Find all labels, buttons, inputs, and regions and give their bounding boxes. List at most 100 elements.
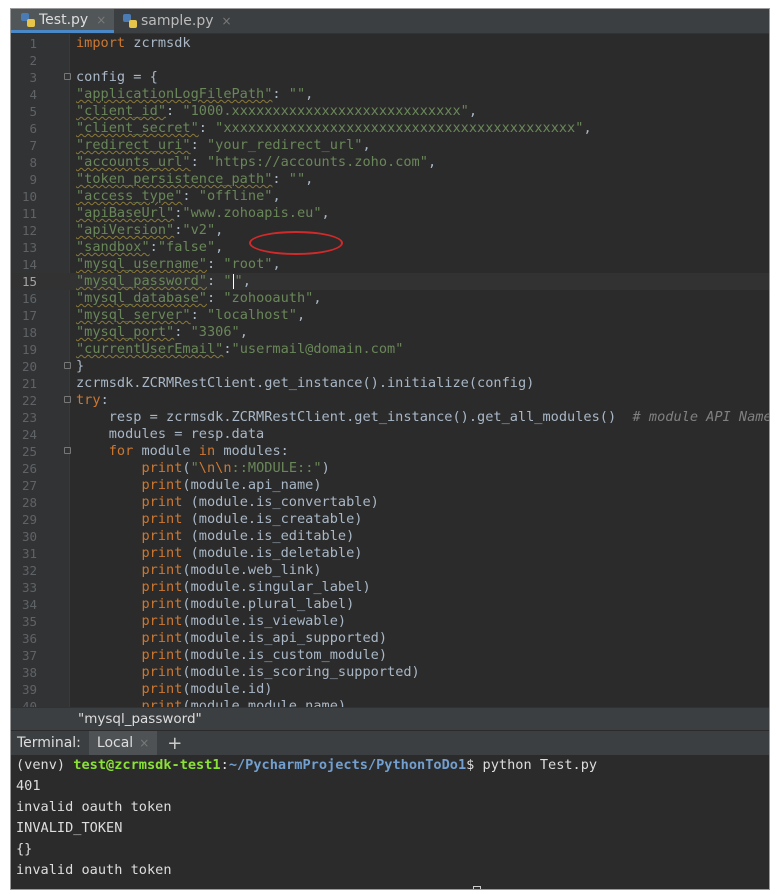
fold-toggle-icon[interactable]	[64, 447, 71, 454]
ide-window: Test.py × sample.py × 1 import zcrmsdk 2 3 c…	[11, 9, 769, 889]
line-number: 28	[21, 495, 37, 510]
code-line[interactable]: 31 print (module.is_deletable)	[11, 545, 769, 562]
line-number: 5	[29, 104, 37, 119]
code-line[interactable]: 38 print(module.is_scoring_supported)	[11, 664, 769, 681]
code-line[interactable]: 34 print(module.plural_label)	[11, 596, 769, 613]
line-number: 34	[21, 597, 37, 612]
code-line[interactable]: 14 "mysql_username": "root",	[11, 256, 769, 273]
code-line[interactable]: 22 try:	[11, 392, 769, 409]
code-line[interactable]: 13 "sandbox":"false",	[11, 239, 769, 256]
code-line[interactable]: 33 print(module.singular_label)	[11, 579, 769, 596]
line-number: 30	[21, 529, 37, 544]
code-text: print(module.id)	[141, 681, 273, 697]
line-number: 12	[21, 223, 37, 238]
code-text: "mysql_username": "root",	[76, 256, 281, 272]
code-line[interactable]: 23 resp = zcrmsdk.ZCRMRestClient.get_ins…	[11, 409, 769, 426]
tab-terminal-local[interactable]: Local ×	[88, 731, 158, 755]
code-line[interactable]: 12 "apiVersion":"v2",	[11, 222, 769, 239]
tab-test-py[interactable]: Test.py ×	[11, 9, 115, 33]
code-text: print(module.module_name)	[141, 698, 347, 707]
code-line[interactable]: 5 "client_id": "1000.xxxxxxxxxxxxxxxxxxxx…	[11, 103, 769, 120]
code-text: "access_type": "offline",	[76, 188, 281, 204]
code-line[interactable]: 39 print(module.id)	[11, 681, 769, 698]
terminal-output[interactable]: (venv) test@zcrmsdk-test1:~/PycharmProje…	[11, 755, 769, 889]
terminal-output-line: {}	[16, 841, 33, 857]
code-line[interactable]: 29 print (module.is_creatable)	[11, 511, 769, 528]
line-number: 39	[21, 682, 37, 697]
code-text: config = {	[76, 69, 158, 85]
python-file-icon	[123, 14, 137, 28]
terminal-output-line: invalid oauth token	[16, 862, 172, 878]
code-line[interactable]: 28 print (module.is_convertable)	[11, 494, 769, 511]
prompt-path: ~/PycharmProjects/PythonToDo1	[228, 757, 467, 773]
fold-toggle-icon[interactable]	[64, 396, 71, 403]
code-line[interactable]: 17 "mysql_server": "localhost",	[11, 307, 769, 324]
terminal-output-line: invalid oauth token	[16, 799, 172, 815]
code-line[interactable]: 11 "apiBaseUrl":"www.zohoapis.eu",	[11, 205, 769, 222]
code-line[interactable]: 35 print(module.is_viewable)	[11, 613, 769, 630]
line-number: 40	[21, 699, 37, 707]
fold-toggle-icon[interactable]	[64, 362, 71, 369]
code-line[interactable]: 8 "accounts_url": "https://accounts.zoho.…	[11, 154, 769, 171]
code-text: resp = zcrmsdk.ZCRMRestClient.get_instan…	[76, 409, 769, 425]
code-line[interactable]: 27 print(module.api_name)	[11, 477, 769, 494]
code-line[interactable]: 4 "applicationLogFilePath": "",	[11, 86, 769, 103]
prompt-user: test@zcrmsdk-test1	[73, 757, 221, 773]
line-number: 36	[21, 631, 37, 646]
tab-label: sample.py	[141, 13, 214, 29]
code-line[interactable]: 7 "redirect_uri": "your_redirect_url",	[11, 137, 769, 154]
code-text: "mysql_server": "localhost",	[76, 307, 306, 323]
code-line[interactable]: 37 print(module.is_custom_module)	[11, 647, 769, 664]
line-number: 14	[21, 257, 37, 272]
terminal-title: Terminal:	[17, 735, 81, 751]
code-line[interactable]: 20}	[11, 358, 769, 375]
line-number: 22	[21, 393, 37, 408]
code-line[interactable]: 21 zcrmsdk.ZCRMRestClient.get_instance().…	[11, 375, 769, 392]
code-line[interactable]: 16 "mysql_database": "zohooauth",	[11, 290, 769, 307]
editor-tab-bar: Test.py × sample.py ×	[11, 9, 769, 34]
code-line[interactable]: 26 print("\n\n::MODULE::")	[11, 460, 769, 477]
code-line[interactable]: 40 print(module.module_name)	[11, 698, 769, 707]
code-text: print(module.singular_label)	[141, 579, 371, 595]
code-text: print (module.is_creatable)	[141, 511, 363, 527]
code-line[interactable]: 6 "client_secret": "xxxxxxxxxxxxxxxxxxxxx…	[11, 120, 769, 137]
close-icon[interactable]: ×	[222, 14, 232, 28]
code-line[interactable]: 32 print(module.web_link)	[11, 562, 769, 579]
code-line[interactable]: 10 "access_type": "offline",	[11, 188, 769, 205]
code-text: zcrmsdk.ZCRMRestClient.get_instance().in…	[76, 375, 535, 391]
tab-label: Test.py	[39, 11, 89, 28]
code-line[interactable]: 1 import zcrmsdk	[11, 35, 769, 52]
close-icon[interactable]: ×	[96, 13, 106, 27]
line-number: 37	[21, 648, 37, 663]
line-number: 24	[21, 427, 37, 442]
code-editor[interactable]: 1 import zcrmsdk 2 3 config = {4 "application…	[11, 34, 769, 707]
line-number: 10	[21, 189, 37, 204]
code-line[interactable]: 24 modules = resp.data	[11, 426, 769, 443]
tab-sample-py[interactable]: sample.py ×	[113, 9, 240, 33]
resize-handle[interactable]	[473, 886, 481, 889]
code-text: print(module.is_scoring_supported)	[141, 664, 420, 680]
code-line[interactable]: 3 config = {	[11, 69, 769, 86]
code-line[interactable]: 18 "mysql_port": "3306",	[11, 324, 769, 341]
python-file-icon	[21, 12, 35, 27]
line-number: 4	[29, 87, 37, 102]
code-line[interactable]: 19 "currentUserEmail":"usermail@domain.co…	[11, 341, 769, 358]
fold-toggle-icon[interactable]	[64, 73, 71, 80]
code-line[interactable]: 36 print(module.is_api_supported)	[11, 630, 769, 647]
code-line[interactable]: 25 for module in modules:	[11, 443, 769, 460]
terminal-tab-bar: Terminal: Local × +	[11, 730, 769, 756]
prompt-colon: :	[220, 757, 229, 773]
add-terminal-icon[interactable]: +	[167, 733, 182, 754]
line-number: 13	[21, 240, 37, 255]
code-line[interactable]: 15 "mysql_password": " ",	[11, 273, 769, 290]
code-line[interactable]: 2	[11, 52, 769, 69]
code-text: "client_secret": "xxxxxxxxxxxxxxxxxxxxxx…	[76, 120, 592, 136]
line-number: 2	[29, 53, 37, 68]
close-icon[interactable]: ×	[139, 736, 149, 750]
code-line[interactable]: 30 print (module.is_editable)	[11, 528, 769, 545]
line-number: 23	[21, 410, 37, 425]
terminal-output-line: INVALID_TOKEN	[16, 820, 123, 836]
terminal-prompt-line: (venv) test@zcrmsdk-test1:~/PycharmProje…	[11, 755, 769, 776]
code-line[interactable]: 9 "token_persistence_path": "",	[11, 171, 769, 188]
code-text: "accounts_url": "https://accounts.zoho.c…	[76, 154, 437, 170]
